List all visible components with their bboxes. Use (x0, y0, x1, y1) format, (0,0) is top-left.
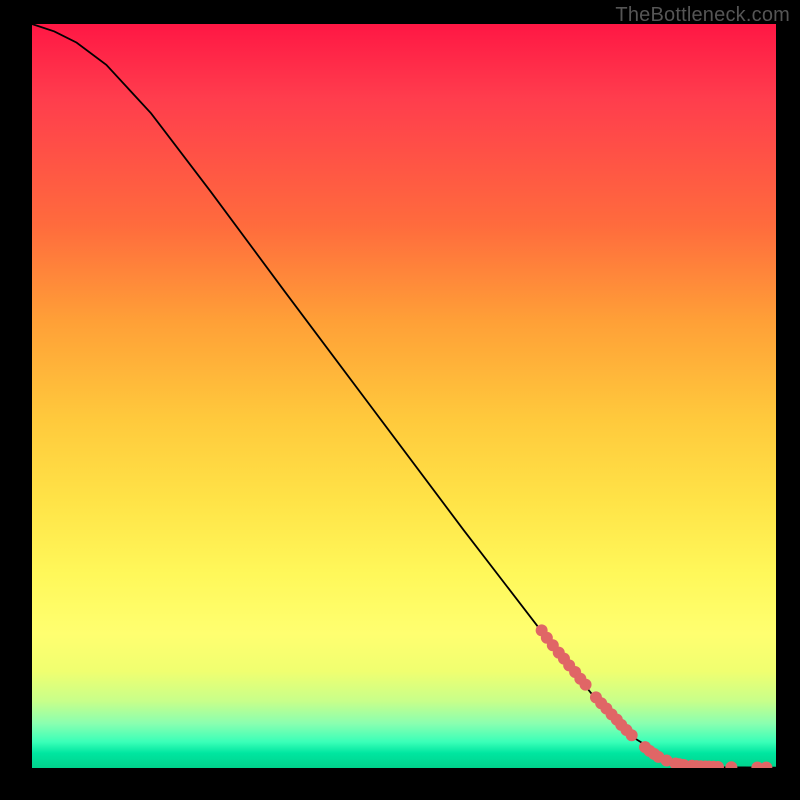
plot-svg (32, 24, 776, 768)
marker-point (626, 729, 638, 741)
marker-point (760, 762, 772, 768)
plot-area (32, 24, 776, 768)
markers-group (536, 624, 773, 768)
marker-point (725, 761, 737, 768)
curve-path (32, 24, 776, 768)
chart-container: TheBottleneck.com (0, 0, 800, 800)
marker-point (580, 679, 592, 691)
